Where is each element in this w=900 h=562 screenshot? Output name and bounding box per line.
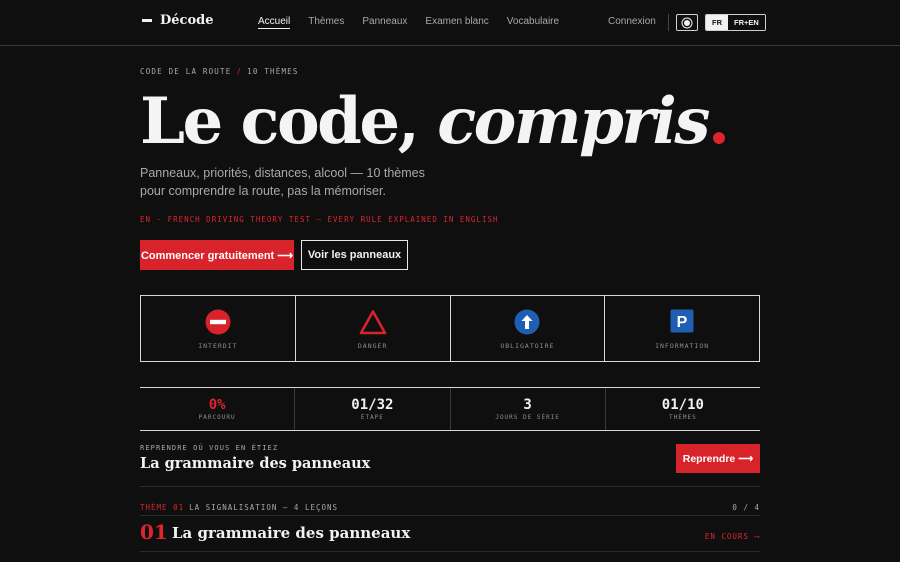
stat-step: 01/32 ÉTAPE (295, 388, 451, 430)
theme-heading: LA SIGNALISATION — 4 LEÇONS (189, 503, 339, 512)
theme-tag: THÈME 01 (140, 503, 185, 512)
sign-card-information[interactable]: P INFORMATION (605, 296, 759, 361)
theme-lesson-count: 0 / 4 (732, 503, 760, 512)
start-free-button[interactable]: Commencer gratuitement ⟶ (140, 240, 294, 270)
lesson-number: 01 (140, 520, 168, 544)
progress-stats: 0% PARCOURU 01/32 ÉTAPE 3 JOURS DE SÉRIE… (140, 387, 760, 431)
sun-icon (684, 19, 690, 26)
nav-links: Accueil Thèmes Panneaux Examen blanc Voc… (258, 16, 559, 29)
view-signs-button[interactable]: Voir les panneaux (301, 240, 408, 270)
login-link[interactable]: Connexion (608, 16, 656, 27)
hero-kicker-sep: / (236, 67, 243, 76)
nav-link-themes[interactable]: Thèmes (308, 16, 344, 29)
stat-streak: 3 JOURS DE SÉRIE (451, 388, 606, 430)
sign-categories: INTERDIT DANGER OBLIGATOIRE P INFORMATIO… (140, 295, 760, 362)
hero-title: Le code, compris. (140, 82, 730, 162)
stat-value: 0% (208, 397, 226, 413)
section-divider (140, 551, 760, 552)
stat-label: JOURS DE SÉRIE (495, 414, 560, 421)
nav-link-panneaux[interactable]: Panneaux (362, 16, 407, 29)
hero-title-dot: . (707, 84, 730, 159)
hero-title-main: Le code, (140, 84, 438, 159)
stat-value: 01/10 (661, 397, 704, 413)
theme-header: THÈME 01 LA SIGNALISATION — 4 LEÇONS (140, 503, 338, 512)
nav-link-vocabulaire[interactable]: Vocabulaire (507, 16, 559, 29)
nav-divider (668, 14, 669, 31)
stat-label: ÉTAPE (360, 414, 384, 421)
hero-kicker-right: 10 THÈMES (247, 67, 299, 76)
stat-progress: 0% PARCOURU (140, 388, 296, 430)
section-divider (140, 515, 760, 516)
resume-lesson-title: La grammaire des panneaux (140, 455, 371, 472)
parking-sign-icon: P (670, 309, 694, 333)
danger-triangle-icon (359, 310, 386, 335)
stat-label: THÈMES (669, 414, 697, 421)
top-nav: Décode Accueil Thèmes Panneaux Examen bl… (0, 0, 900, 46)
stat-value: 01/32 (351, 397, 394, 413)
section-divider (140, 486, 760, 487)
nav-link-accueil[interactable]: Accueil (258, 16, 291, 29)
theme-toggle-button[interactable] (676, 14, 698, 31)
resume-kicker: REPRENDRE OÙ VOUS EN ÉTIEZ (140, 444, 279, 452)
brand-dash-icon (142, 19, 152, 22)
sign-card-obligatoire[interactable]: OBLIGATOIRE (451, 296, 606, 361)
resume-button[interactable]: Reprendre ⟶ (676, 444, 760, 473)
hero-lead: Panneaux, priorités, distances, alcool —… (140, 166, 425, 198)
hero-kicker-left: CODE DE LA ROUTE (140, 67, 232, 76)
stat-label: PARCOURU (198, 414, 236, 421)
sign-card-danger[interactable]: DANGER (296, 296, 451, 361)
brand-logo[interactable]: Décode (142, 13, 214, 28)
sign-label: INTERDIT (198, 342, 238, 350)
hero-english-note: EN · FRENCH DRIVING THEORY TEST — EVERY … (140, 215, 499, 224)
sign-label: DANGER (357, 342, 388, 350)
lang-option-fr-en[interactable]: FR+EN (728, 15, 765, 30)
mandatory-arrow-icon (514, 309, 540, 335)
brand-name: Décode (160, 13, 214, 28)
parking-sign-glyph: P (677, 314, 688, 331)
language-switch: FR FR+EN (705, 14, 766, 31)
lang-option-fr[interactable]: FR (706, 15, 728, 30)
sign-card-interdit[interactable]: INTERDIT (141, 296, 296, 361)
no-entry-sign-icon (205, 309, 231, 335)
hero-title-italic: compris (437, 84, 710, 159)
nav-link-examen-blanc[interactable]: Examen blanc (425, 16, 488, 29)
stat-themes: 01/10 THÈMES (606, 388, 760, 430)
lesson-status-link[interactable]: EN COURS ⟶ (705, 532, 760, 541)
lesson-title-link[interactable]: La grammaire des panneaux (172, 524, 410, 542)
hero-kicker: CODE DE LA ROUTE / 10 THÈMES (140, 67, 299, 76)
sign-label: INFORMATION (655, 342, 710, 350)
stat-value: 3 (523, 397, 532, 413)
sign-label: OBLIGATOIRE (500, 342, 555, 350)
